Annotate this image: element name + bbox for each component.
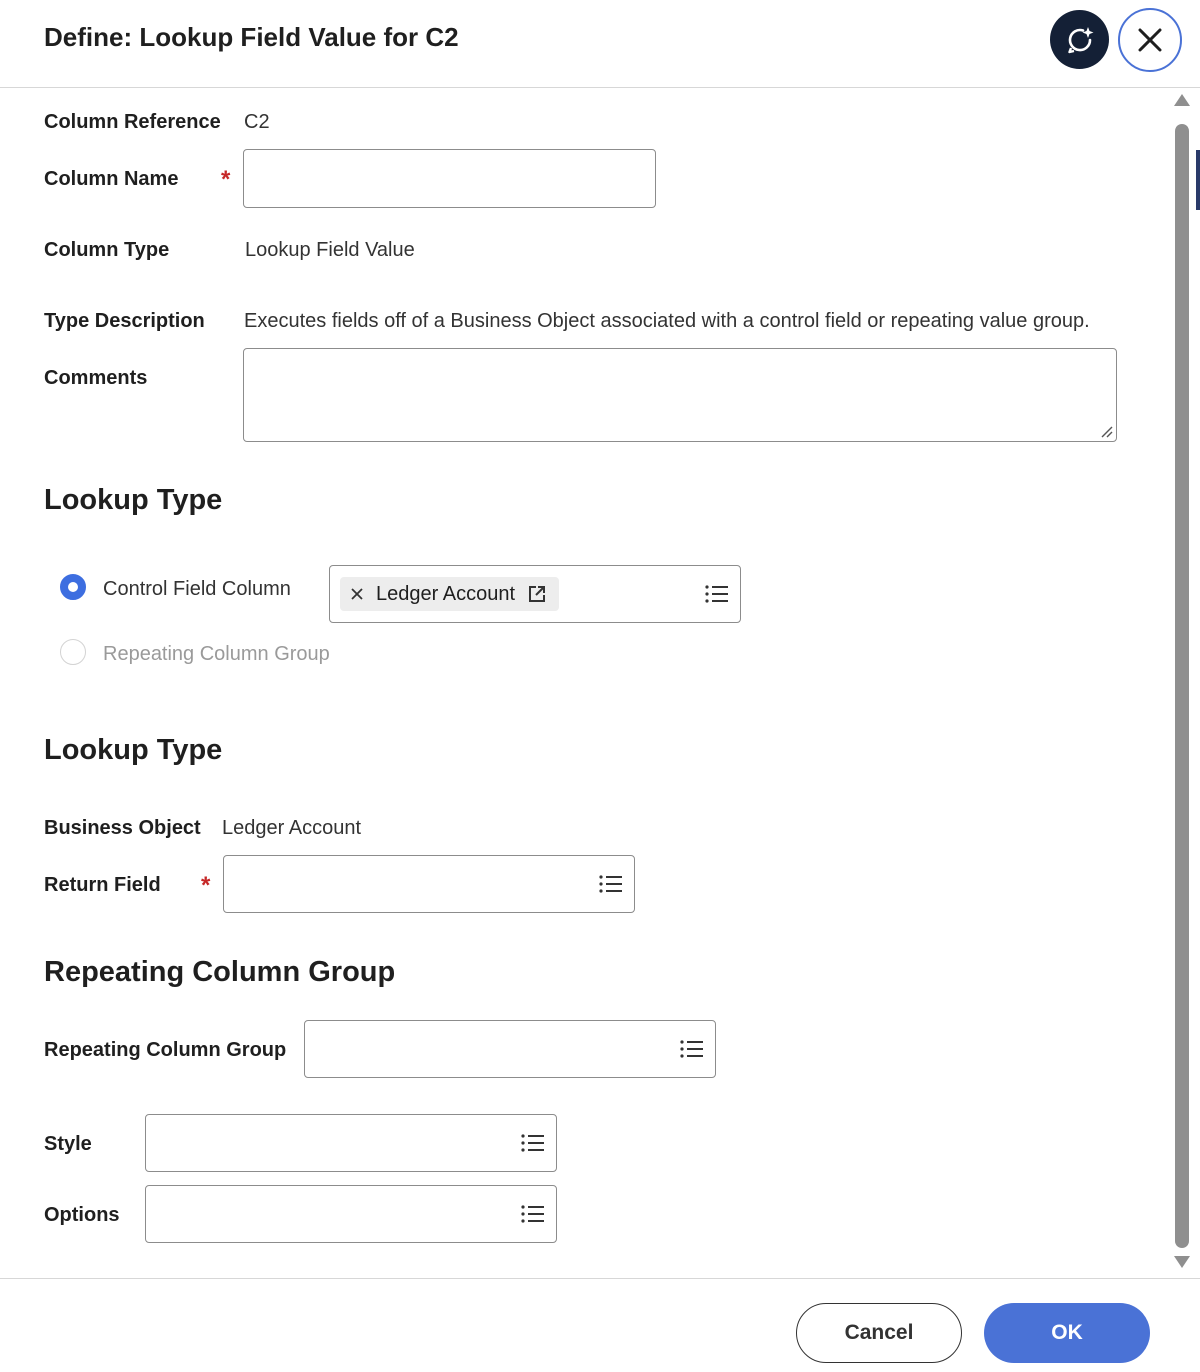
- return-field-input[interactable]: [223, 855, 635, 913]
- column-type-value: Lookup Field Value: [245, 239, 415, 261]
- external-link-icon[interactable]: [527, 584, 547, 604]
- selected-chip-ledger-account[interactable]: Ledger Account: [340, 577, 559, 611]
- chip-label: Ledger Account: [376, 582, 515, 605]
- close-button[interactable]: [1118, 8, 1182, 72]
- repeating-column-group-radio[interactable]: [60, 639, 86, 665]
- close-icon: [1138, 28, 1162, 52]
- column-type-label: Column Type: [44, 239, 170, 261]
- dialog-header: Define: Lookup Field Value for C2: [0, 0, 1200, 88]
- column-name-label: Column Name: [44, 168, 179, 190]
- resize-handle-icon[interactable]: [1099, 424, 1113, 438]
- list-prompt-icon[interactable]: [704, 583, 730, 605]
- control-field-column-label: Control Field Column: [103, 578, 291, 600]
- column-reference-value: C2: [244, 111, 270, 133]
- return-field-label: Return Field: [44, 874, 161, 896]
- vertical-scrollbar[interactable]: [1172, 90, 1194, 1276]
- lookup-type-heading-2: Lookup Type: [44, 734, 223, 766]
- type-description-value: Executes fields off of a Business Object…: [244, 310, 1090, 332]
- required-asterisk: *: [221, 166, 231, 193]
- required-asterisk: *: [201, 872, 211, 899]
- style-label: Style: [44, 1133, 92, 1155]
- lookup-type-heading: Lookup Type: [44, 484, 223, 516]
- style-input[interactable]: [145, 1114, 557, 1172]
- options-label: Options: [44, 1204, 120, 1226]
- repeating-column-group-input[interactable]: [304, 1020, 716, 1078]
- dialog-title: Define: Lookup Field Value for C2: [44, 22, 459, 52]
- sparkle-refresh-icon: [1067, 26, 1093, 53]
- list-prompt-icon[interactable]: [598, 873, 624, 895]
- window-edge: [1196, 150, 1200, 210]
- scroll-up-arrow-icon[interactable]: [1174, 94, 1190, 106]
- dialog-footer: Cancel OK: [0, 1278, 1200, 1372]
- comments-label: Comments: [44, 367, 148, 389]
- type-description-label: Type Description: [44, 310, 205, 332]
- column-reference-label: Column Reference: [44, 111, 221, 133]
- options-input[interactable]: [145, 1185, 557, 1243]
- repeating-column-group-label: Repeating Column Group: [44, 1039, 287, 1061]
- scroll-down-arrow-icon[interactable]: [1174, 1256, 1190, 1268]
- list-prompt-icon[interactable]: [520, 1132, 546, 1154]
- list-prompt-icon[interactable]: [679, 1038, 705, 1060]
- control-field-selector[interactable]: Ledger Account: [329, 565, 741, 623]
- comments-textarea[interactable]: [243, 348, 1117, 442]
- repeating-column-group-heading: Repeating Column Group: [44, 956, 396, 988]
- business-object-label: Business Object: [44, 817, 201, 839]
- list-prompt-icon[interactable]: [520, 1203, 546, 1225]
- scrollbar-thumb[interactable]: [1175, 124, 1189, 1248]
- ai-assistant-button[interactable]: [1050, 10, 1109, 69]
- ok-button[interactable]: OK: [984, 1303, 1150, 1363]
- cancel-button[interactable]: Cancel: [796, 1303, 962, 1363]
- remove-chip-icon[interactable]: [350, 587, 364, 601]
- business-object-value: Ledger Account: [222, 817, 361, 839]
- control-field-column-radio[interactable]: [60, 574, 86, 600]
- column-name-input[interactable]: [243, 149, 656, 208]
- repeating-column-group-radio-label: Repeating Column Group: [103, 643, 330, 665]
